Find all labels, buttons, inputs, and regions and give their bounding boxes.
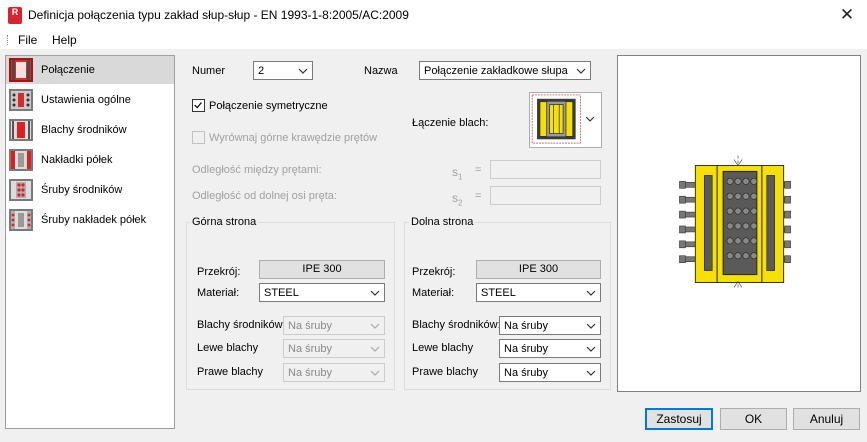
chevron-down-icon [298, 68, 308, 74]
lower-left-plates-select[interactable]: Na śruby [499, 339, 601, 358]
lower-side-title: Dolna strona [409, 216, 476, 228]
plate-join-icon [531, 94, 595, 144]
flange-cover-bolts-icon [9, 209, 33, 231]
upper-side-title: Górna strona [190, 216, 259, 228]
nazwa-label: Nazwa [364, 65, 398, 77]
ok-button[interactable]: OK [720, 408, 787, 430]
sidebar-item-connection[interactable]: Połączenie [6, 56, 174, 84]
lower-material-value: STEEL [481, 287, 516, 299]
chevron-down-icon [576, 68, 586, 74]
upper-section-label: Przekrój: [197, 266, 241, 278]
sidebar-item-general-settings[interactable]: Ustawienia ogólne [6, 86, 174, 114]
lower-left-plates-label: Lewe blachy [412, 342, 474, 354]
menu-grip [7, 35, 8, 45]
lower-right-plates-select[interactable]: Na śruby [499, 363, 601, 382]
sidebar-item-label: Śruby środników [41, 184, 123, 196]
sidebar-item-label: Blachy środników [41, 124, 127, 136]
close-icon[interactable]: ✕ [832, 3, 862, 27]
upper-material-label: Materiał: [197, 287, 240, 299]
upper-right-plates-select[interactable]: Na śruby [283, 363, 385, 382]
nazwa-value: Połączenie zakładkowe słupa [424, 65, 568, 77]
web-plates-icon [9, 119, 33, 141]
menu-file[interactable]: File [18, 33, 37, 47]
column-splice-drawing [679, 155, 791, 290]
lower-section-button[interactable]: IPE 300 [476, 260, 601, 279]
upper-right-plates-label: Prawe blachy [197, 366, 264, 378]
s2-field[interactable] [490, 186, 601, 205]
chevron-down-icon [370, 323, 380, 329]
app-logo-icon: R [8, 7, 22, 24]
upper-right-plates-value: Na śruby [288, 367, 333, 379]
connection-icon [9, 58, 33, 82]
chevron-down-icon [370, 370, 380, 376]
upper-section-button[interactable]: IPE 300 [259, 260, 385, 279]
dist-bars-label: Odległość między prętami: [192, 164, 322, 176]
upper-left-plates-select[interactable]: Na śruby [283, 339, 385, 358]
apply-button[interactable]: Zastosuj [645, 408, 713, 430]
general-settings-icon [9, 89, 33, 111]
symmetric-checkbox[interactable] [192, 99, 205, 112]
sidebar-item-flange-cover-bolts[interactable]: Śruby nakładek półek [6, 206, 174, 234]
cancel-button[interactable]: Anuluj [793, 408, 860, 430]
upper-web-plates-value: Na śruby [288, 320, 333, 332]
menu-help[interactable]: Help [52, 33, 77, 47]
upper-web-plates-label: Blachy środników: [197, 319, 286, 331]
lower-web-plates-label: Blachy środników: [412, 319, 501, 331]
lower-left-plates-value: Na śruby [504, 343, 549, 355]
nazwa-select[interactable]: Połączenie zakładkowe słupa [419, 61, 591, 80]
plate-join-picker[interactable] [529, 92, 602, 148]
lower-material-select[interactable]: STEEL [476, 283, 601, 302]
upper-material-select[interactable]: STEEL [259, 283, 385, 302]
s1-symbol: s1 [452, 165, 463, 182]
lower-right-plates-label: Prawe blachy [412, 366, 479, 378]
numer-label: Numer [192, 65, 226, 77]
upper-material-value: STEEL [264, 287, 299, 299]
s1-equals: = [475, 164, 482, 176]
sidebar-item-label: Nakładki półek [41, 154, 113, 166]
connection-preview-panel [617, 55, 861, 392]
s1-field[interactable] [490, 160, 601, 179]
chevron-down-icon [586, 290, 596, 296]
sidebar-item-label: Ustawienia ogólne [41, 94, 131, 106]
sidebar-item-label: Śruby nakładek półek [41, 214, 147, 226]
lower-material-label: Materiał: [412, 287, 455, 299]
check-icon [194, 102, 202, 109]
lower-web-plates-value: Na śruby [504, 320, 549, 332]
web-bolts-icon [9, 179, 33, 201]
upper-left-plates-label: Lewe blachy [197, 342, 259, 354]
lower-section-label: Przekrój: [412, 266, 456, 278]
sidebar-item-web-bolts[interactable]: Śruby środników [6, 176, 174, 204]
chevron-down-icon [586, 346, 596, 352]
sidebar-item-label: Połączenie [41, 64, 95, 76]
numer-select[interactable]: 2 [253, 61, 313, 80]
dist-axis-label: Odległość od dolnej osi pręta: [192, 190, 337, 202]
s2-equals: = [475, 190, 482, 202]
symmetric-label: Połączenie symetryczne [209, 100, 328, 112]
chevron-down-icon [370, 346, 380, 352]
s2-symbol: s2 [452, 191, 463, 208]
numer-value: 2 [258, 65, 265, 77]
window-title: Definicja połączenia typu zakład słup-sł… [28, 8, 409, 22]
upper-left-plates-value: Na śruby [288, 343, 333, 355]
flange-covers-icon [9, 149, 33, 171]
upper-web-plates-select[interactable]: Na śruby [283, 316, 385, 335]
align-top-edges-checkbox[interactable] [192, 131, 205, 144]
menu-bar [0, 30, 867, 49]
chevron-down-icon [586, 370, 596, 376]
lower-web-plates-select[interactable]: Na śruby [499, 316, 601, 335]
lower-right-plates-value: Na śruby [504, 367, 549, 379]
chevron-down-icon [370, 290, 380, 296]
align-top-edges-label: Wyrównaj górne krawędzie prętów [209, 132, 378, 144]
sidebar-item-web-plates[interactable]: Blachy środników [6, 116, 174, 144]
sidebar-item-flange-covers[interactable]: Nakładki półek [6, 146, 174, 174]
plate-join-label: Łączenie blach: [412, 117, 489, 129]
chevron-down-icon [586, 323, 596, 329]
